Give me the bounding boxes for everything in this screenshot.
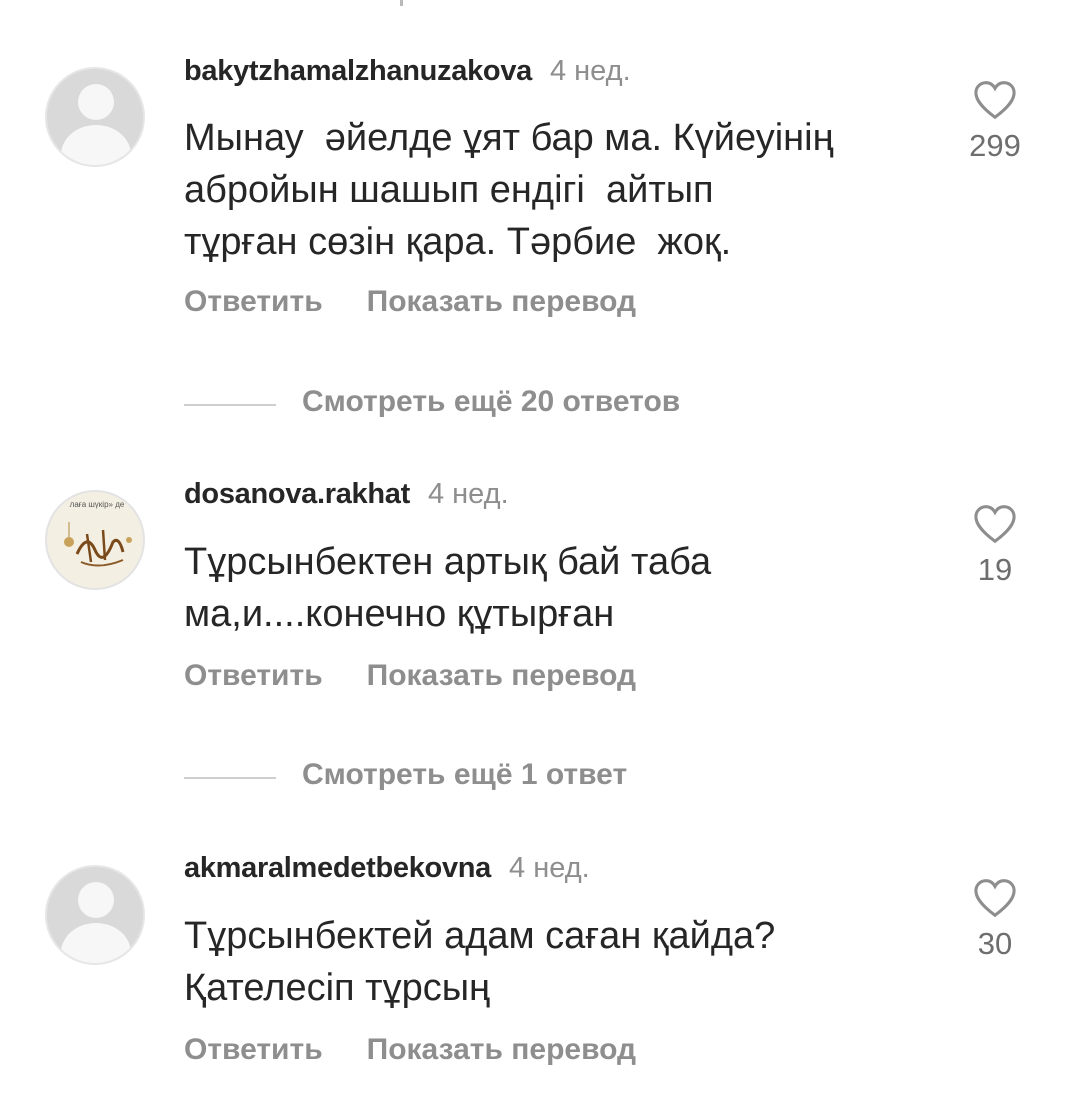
reply-button[interactable]: Ответить <box>184 285 323 318</box>
heart-outline-icon <box>974 81 1016 120</box>
show-translation-button[interactable]: Показать перевод <box>367 1033 636 1066</box>
comment-age: 4 нед. <box>509 852 590 884</box>
show-translation-button[interactable]: Показать перевод <box>367 659 636 692</box>
comment-age: 4 нед. <box>549 55 631 87</box>
replies-divider <box>184 404 276 406</box>
comment-username[interactable]: akmaralmedetbekovna <box>184 852 491 884</box>
user-avatar[interactable]: лаға шүкір» де <box>45 490 145 590</box>
heart-outline-icon <box>974 879 1016 918</box>
heart-outline-icon <box>974 505 1016 544</box>
like-count: 299 <box>969 128 1021 163</box>
reply-button[interactable]: Ответить <box>184 1033 323 1066</box>
comment-text: Тұрсынбектей адам саған қайда? Қателесіп… <box>184 915 776 1009</box>
like-count: 30 <box>977 926 1013 961</box>
comment-age: 4 нед. <box>427 478 509 510</box>
calligraphy-avatar-icon <box>64 522 132 567</box>
reply-button[interactable]: Ответить <box>184 659 323 692</box>
like-count: 19 <box>977 552 1013 587</box>
view-more-replies-label[interactable]: Смотреть ещё 20 ответов <box>302 385 680 419</box>
user-avatar[interactable] <box>45 865 145 965</box>
comment-username[interactable]: dosanova.rakhat <box>184 478 410 510</box>
like-button[interactable]: 19 <box>950 504 1040 588</box>
comment-text: Тұрсынбектен артық бай таба ма,и....коне… <box>184 541 712 635</box>
default-avatar-icon <box>78 882 114 918</box>
view-more-replies-label[interactable]: Смотреть ещё 1 ответ <box>302 758 627 792</box>
show-translation-button[interactable]: Показать перевод <box>367 285 636 318</box>
user-avatar[interactable] <box>45 67 145 167</box>
replies-divider <box>184 777 276 779</box>
like-button[interactable]: 30 <box>950 878 1040 962</box>
comment-text: Мынау әйелде ұят бар ма. Күйеуінің аброй… <box>184 117 834 263</box>
comment-username[interactable]: bakytzhamalzhanuzakova <box>184 55 532 87</box>
like-button[interactable]: 299 <box>950 80 1040 164</box>
default-avatar-icon <box>78 84 114 120</box>
scroll-fragment <box>400 0 403 6</box>
